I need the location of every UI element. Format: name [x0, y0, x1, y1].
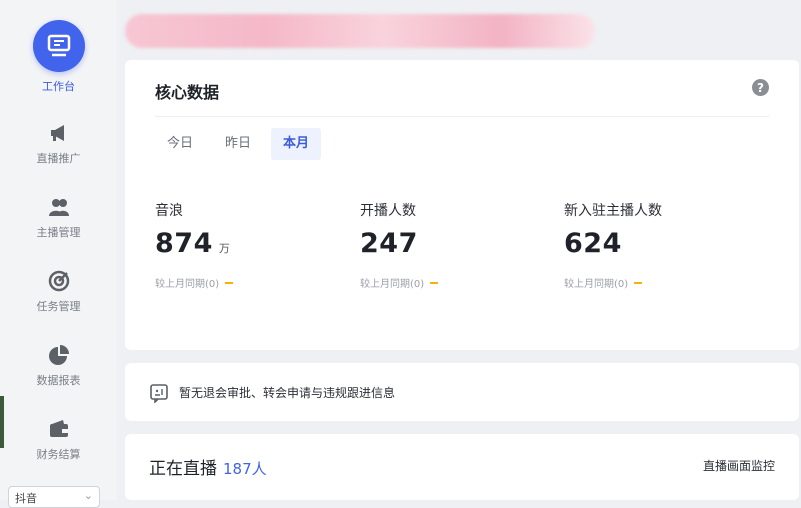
wallet-icon — [49, 420, 68, 437]
message-icon — [150, 384, 168, 403]
sidebar-item-label: 主播管理 — [36, 226, 81, 239]
metric-broadcasters: 开播人数 247 较上月同期(0) — [360, 200, 560, 290]
neutral-dash-icon — [225, 281, 234, 284]
sidebar-item-task-management[interactable]: 任务管理 — [0, 270, 117, 314]
metric-value: 624 — [564, 228, 622, 259]
monitor-icon — [32, 20, 85, 72]
metric-yinlang: 音浪 874 万 较上月同期(0) — [155, 200, 355, 290]
live-card: 正在直播 187人 直播画面监控 — [125, 434, 799, 500]
platform-select[interactable]: 抖音 ⌄ — [8, 486, 100, 508]
divider — [155, 116, 769, 117]
metric-label: 新入驻主播人数 — [564, 203, 662, 219]
core-data-card: 核心数据 ? 今日 昨日 本月 音浪 874 万 较上月同期(0) 开播人数 24… — [125, 60, 799, 350]
sidebar-item-anchor-management[interactable]: 主播管理 — [0, 196, 117, 240]
metric-value: 874 万 — [155, 228, 231, 259]
date-tabs: 今日 昨日 本月 — [155, 128, 329, 160]
sidebar-item-finance[interactable]: 财务结算 — [0, 418, 117, 462]
help-icon[interactable]: ? — [752, 79, 769, 96]
metric-new-anchors: 新入驻主播人数 624 较上月同期(0) — [564, 200, 764, 290]
sidebar-item-workbench[interactable]: 工作台 — [0, 20, 117, 94]
chevron-down-icon: ⌄ — [83, 489, 93, 502]
sidebar: 工作台 直播推广 主播管理 任务管理 数据报表 财务结算 抖音 ⌄ — [0, 0, 117, 508]
notice-text: 暂无退会审批、转会申请与违规跟进信息 — [179, 386, 396, 400]
sidebar-item-label: 财务结算 — [36, 448, 81, 461]
users-icon — [48, 199, 69, 216]
megaphone-icon — [50, 125, 64, 141]
target-icon — [48, 270, 69, 292]
metric-compare: 较上月同期(0) — [155, 275, 355, 290]
notice-card: 暂无退会审批、转会申请与违规跟进信息 — [125, 363, 799, 421]
sidebar-item-label: 工作台 — [42, 80, 75, 93]
neutral-dash-icon — [430, 281, 439, 284]
core-data-title: 核心数据 — [155, 83, 220, 102]
pie-chart-icon — [48, 345, 69, 365]
metric-label: 开播人数 — [360, 203, 416, 219]
window-edge-strip — [0, 396, 4, 448]
sidebar-item-data-reports[interactable]: 数据报表 — [0, 344, 117, 388]
tab-yesterday[interactable]: 昨日 — [213, 128, 263, 160]
blurred-header — [125, 14, 595, 48]
live-title: 正在直播 — [149, 459, 217, 479]
metric-value: 247 — [360, 228, 418, 259]
sidebar-item-label: 任务管理 — [36, 300, 81, 313]
metric-compare: 较上月同期(0) — [360, 275, 560, 290]
metric-unit: 万 — [218, 242, 231, 255]
sidebar-item-live-promotion[interactable]: 直播推广 — [0, 122, 117, 166]
platform-select-value: 抖音 — [15, 492, 37, 505]
live-heading: 正在直播 187人 — [149, 454, 267, 479]
tab-today[interactable]: 今日 — [155, 128, 205, 160]
neutral-dash-icon — [634, 281, 643, 284]
tab-this-month[interactable]: 本月 — [271, 128, 322, 160]
metric-compare: 较上月同期(0) — [564, 275, 764, 290]
live-monitor-link[interactable]: 直播画面监控 — [703, 457, 775, 474]
sidebar-item-label: 数据报表 — [36, 374, 81, 387]
metric-label: 音浪 — [155, 203, 183, 219]
live-count: 187人 — [223, 460, 267, 478]
sidebar-item-label: 直播推广 — [36, 152, 81, 165]
